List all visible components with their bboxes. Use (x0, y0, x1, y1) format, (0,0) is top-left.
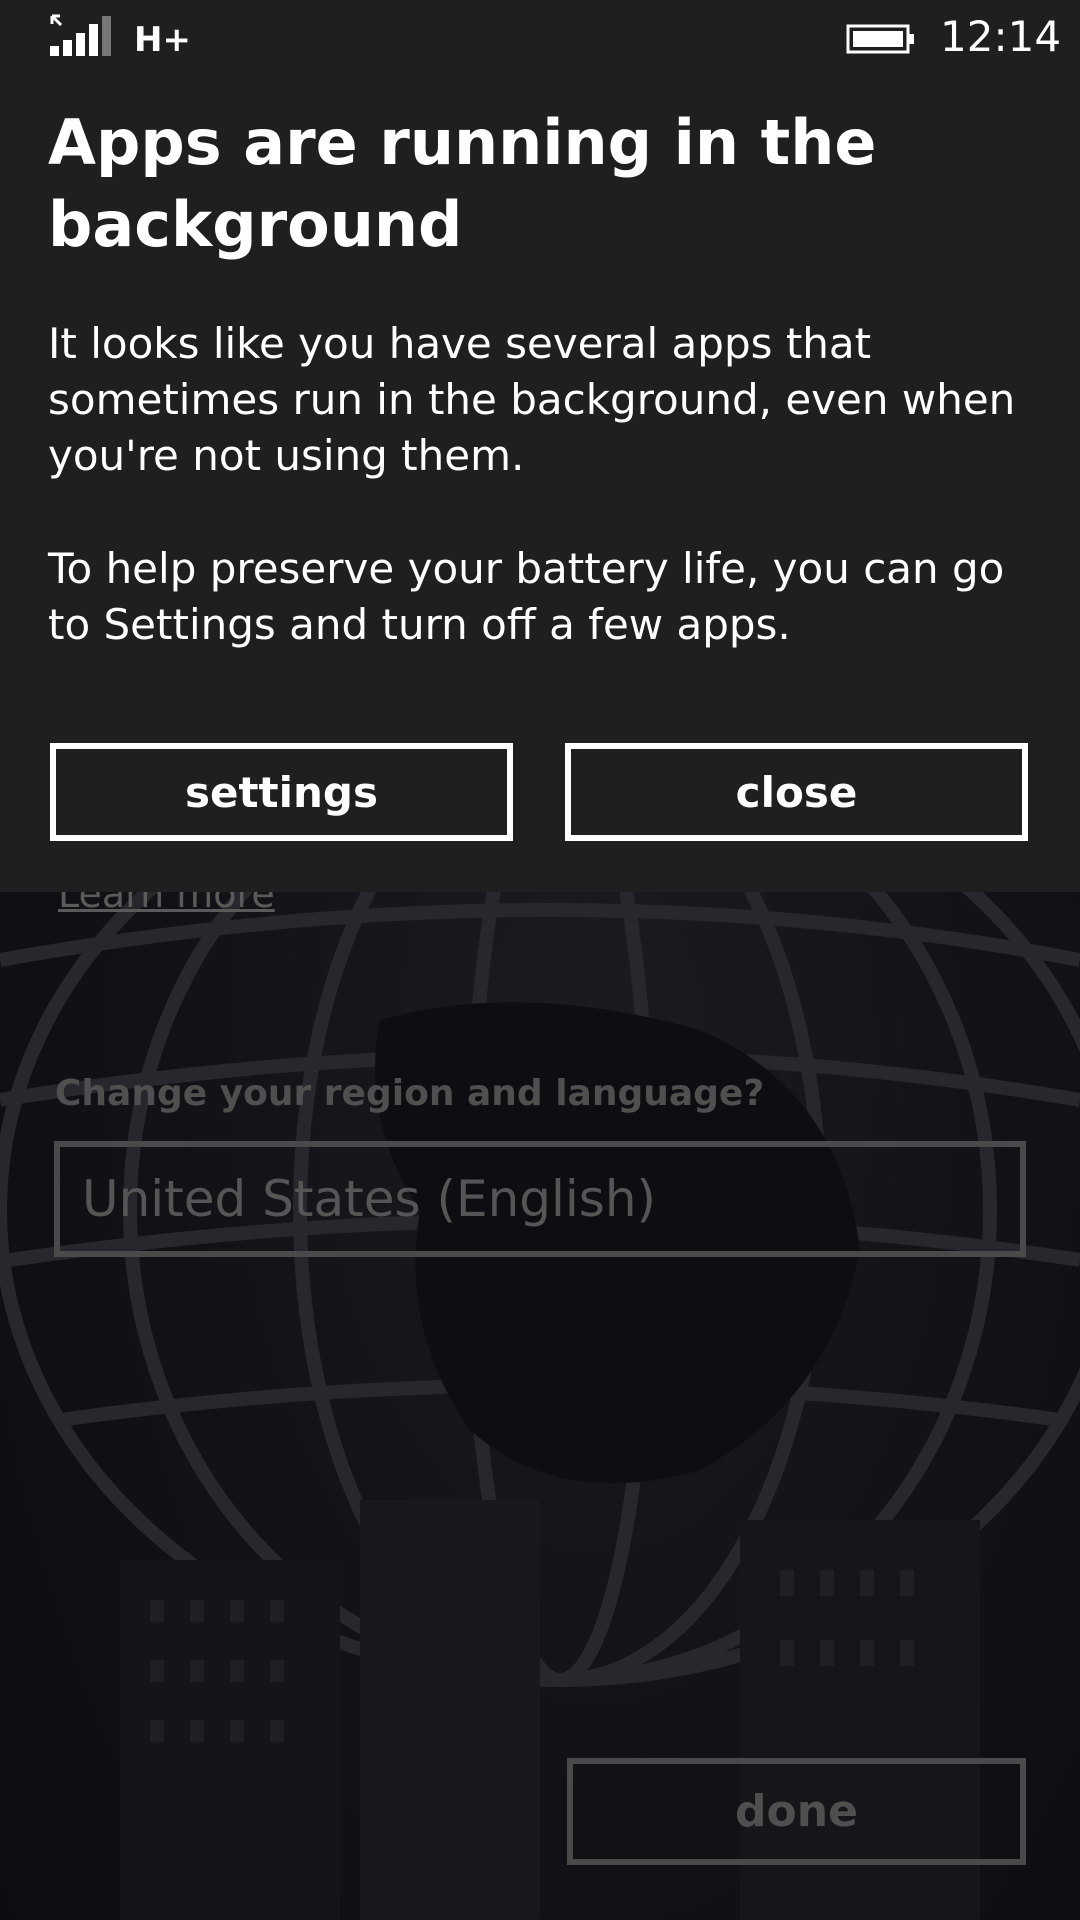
dialog-message-1: It looks like you have several apps that… (48, 319, 1016, 480)
status-bar: H+ 12:14 (0, 0, 1080, 80)
clock: 12:14 (940, 12, 1062, 61)
dialog-message-2: To help preserve your battery life, you … (48, 544, 1005, 649)
background-apps-dialog: H+ 12:14 Apps are running in the backgro… (0, 0, 1080, 892)
battery-icon (846, 24, 914, 54)
done-button[interactable]: done (567, 1758, 1026, 1865)
dialog-title: Apps are running in the background (48, 106, 877, 261)
screen: Learn more Change your region and langua… (0, 0, 1080, 1920)
close-button[interactable]: close (565, 743, 1028, 841)
region-language-picker[interactable]: United States (English) (54, 1141, 1026, 1257)
network-type-label: H+ (134, 20, 191, 60)
region-language-label: Change your region and language? (55, 1073, 765, 1114)
region-language-value: United States (English) (82, 1170, 657, 1228)
signal-bars-icon (50, 14, 111, 56)
settings-button[interactable]: settings (50, 743, 513, 841)
